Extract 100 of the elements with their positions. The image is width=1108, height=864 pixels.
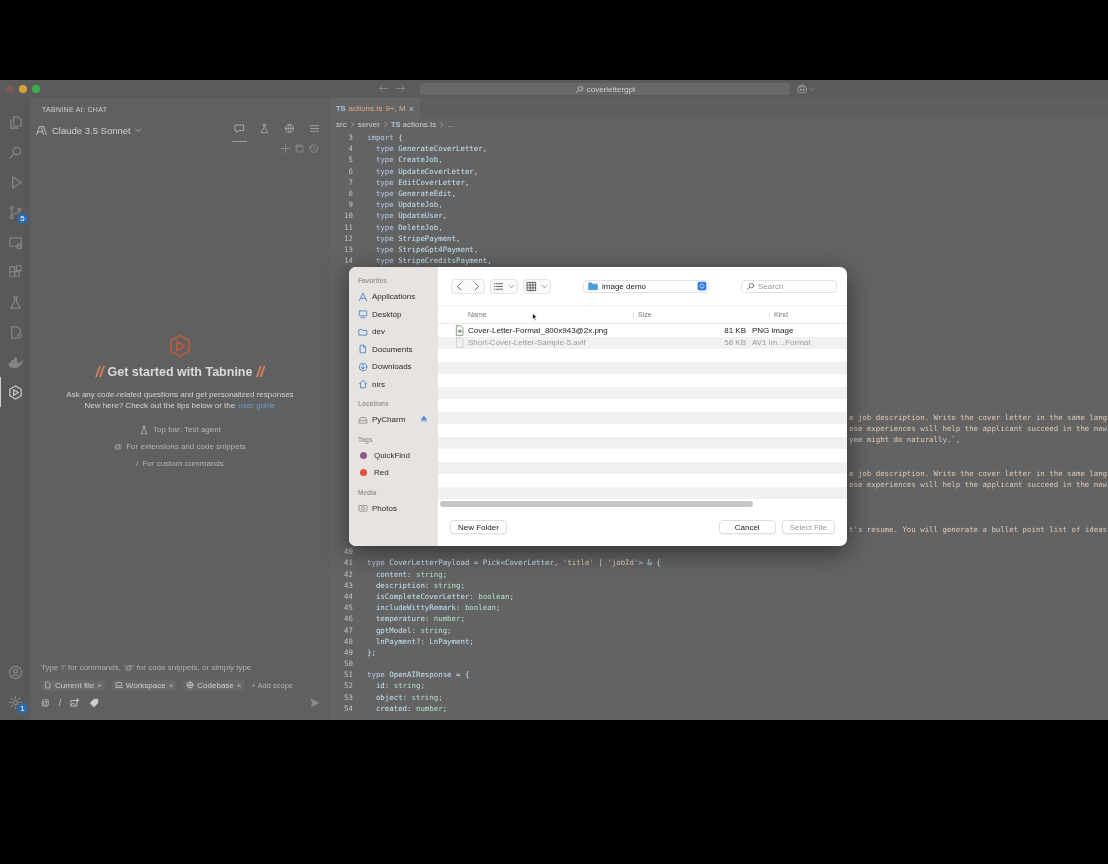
breadcrumb-item[interactable]: src	[336, 120, 347, 129]
monitor-icon[interactable]	[7, 234, 23, 250]
apps-icon	[358, 291, 368, 302]
account-icon[interactable]	[7, 664, 23, 680]
robot-icon[interactable]	[796, 83, 808, 95]
search-field[interactable]: Search	[741, 279, 837, 293]
caret-icon	[539, 282, 550, 290]
decorative-slashes: //	[256, 364, 265, 380]
tag-icon[interactable]	[89, 697, 99, 708]
scrollbar[interactable]	[440, 501, 753, 507]
file-name: Short-Cover-Letter-Sample-5.avif	[468, 338, 586, 348]
scope-chip[interactable]: Codebase ×	[183, 679, 245, 691]
image-add-icon[interactable]	[70, 697, 80, 708]
command-search-field[interactable]: coverlettergpt	[420, 83, 790, 95]
forward-arrow-icon[interactable]	[395, 83, 406, 94]
file-size: 81 KB	[723, 325, 747, 335]
laptop-icon	[114, 681, 123, 689]
source-control-icon[interactable]	[7, 204, 23, 220]
search-input[interactable]: Search	[758, 281, 828, 291]
minimize-window-button[interactable]	[19, 85, 27, 93]
grid-view-button[interactable]	[523, 278, 551, 294]
sidebar-item[interactable]: Documents	[372, 344, 413, 354]
list-view-icon	[491, 280, 506, 292]
file-kind: AV1 im…Format	[752, 338, 812, 348]
welcome-heading: Get started with Tabnine	[107, 365, 253, 379]
chat-input[interactable]: Type '/' for commands, '@' for code snippets, or simply type	[41, 660, 321, 674]
desktop-icon	[358, 309, 368, 320]
folder-popup[interactable]: image demo	[583, 279, 709, 293]
sidebar-item[interactable]: Photos	[372, 503, 397, 513]
hexagon-logo-icon[interactable]	[8, 384, 23, 400]
tool-button[interactable]: @	[41, 697, 50, 708]
decorative-slashes: //	[95, 364, 104, 380]
count-badge: 1	[17, 703, 28, 714]
grid-view-icon	[524, 280, 539, 292]
chevron-icon	[438, 121, 446, 128]
scope-chip[interactable]: Workspace ×	[111, 679, 177, 691]
list-view-button[interactable]	[490, 278, 518, 294]
dialog-button[interactable]: New Folder	[450, 520, 507, 534]
back-arrow-icon[interactable]	[378, 83, 389, 94]
sidebar-item[interactable]: QuickFind	[374, 450, 410, 460]
home-icon	[358, 379, 368, 390]
caret-icon	[133, 126, 142, 134]
file-icon	[44, 681, 52, 689]
zoom-window-button[interactable]	[32, 85, 40, 93]
image-file-icon	[454, 324, 465, 336]
globe-icon	[186, 681, 195, 689]
sidebar-item[interactable]: Applications	[372, 292, 416, 302]
download-icon	[358, 361, 368, 372]
tip-symbol: @	[114, 442, 123, 451]
file-kind: PNG image	[752, 325, 795, 335]
tool-button[interactable]: /	[58, 697, 61, 708]
sidebar-item[interactable]: Desktop	[372, 309, 402, 319]
breadcrumb-item[interactable]: ...	[447, 120, 454, 129]
intro-text: Ask any code-related questions and get personalized responses	[66, 390, 294, 399]
stepper-icon	[697, 281, 707, 291]
tip-text: For extensions and code snippets	[126, 442, 246, 451]
flask-icon	[259, 123, 270, 134]
caret-icon[interactable]	[809, 85, 816, 93]
sidebar-item[interactable]: nirs	[372, 379, 385, 389]
chevron-icon	[381, 121, 389, 128]
count-badge: 5	[17, 213, 28, 224]
drive-icon	[358, 414, 368, 425]
tip-text: Top bar: Test agent	[153, 425, 221, 434]
model-logo-icon	[36, 124, 47, 136]
search-icon[interactable]	[7, 144, 23, 160]
navigation-buttons[interactable]	[451, 278, 485, 294]
cursor-icon	[531, 313, 539, 321]
breadcrumb-item[interactable]: server	[357, 120, 380, 129]
sidebar-item[interactable]: Downloads	[372, 362, 412, 372]
scope-chip[interactable]: Current file ×	[41, 679, 105, 691]
file-row[interactable]: Cover-Letter-Format_800x943@2x.png 81 KB PNG image	[438, 324, 847, 337]
guide-text: New here? Check out the tips below or the	[84, 401, 236, 410]
hexagon-logo-icon	[168, 334, 192, 358]
history-icon[interactable]	[308, 143, 319, 154]
search-icon	[574, 84, 584, 94]
sidebar-item[interactable]: dev	[372, 327, 385, 337]
tip-text: For custom commands	[142, 459, 224, 468]
close-window-button[interactable]	[6, 85, 14, 93]
eject-icon[interactable]	[420, 414, 428, 423]
dialog-button[interactable]: Cancel	[718, 520, 776, 534]
caret-icon	[506, 282, 517, 290]
flask-icon	[139, 424, 150, 435]
camera-icon	[358, 503, 368, 514]
model-dropdown[interactable]: Claude 3.5 Sonnet	[52, 124, 142, 136]
file-name: Cover-Letter-Format_800x943@2x.png	[468, 325, 608, 335]
search-icon	[746, 281, 755, 291]
copy-icon[interactable]	[294, 143, 305, 154]
globe-icon	[284, 123, 295, 134]
send-icon[interactable]	[310, 697, 320, 708]
folder-icon	[358, 326, 368, 337]
files-icon[interactable]	[7, 114, 23, 130]
extensions-icon[interactable]	[7, 264, 23, 280]
plus-icon[interactable]	[280, 143, 291, 154]
chevron-icon	[348, 121, 356, 128]
chat-icon	[234, 123, 245, 134]
folder-icon	[588, 281, 598, 291]
sidebar-item[interactable]: PyCharm	[372, 415, 406, 425]
flask-icon[interactable]	[7, 294, 23, 310]
sidebar-item[interactable]: Red	[374, 468, 389, 478]
file-icon	[454, 337, 465, 349]
